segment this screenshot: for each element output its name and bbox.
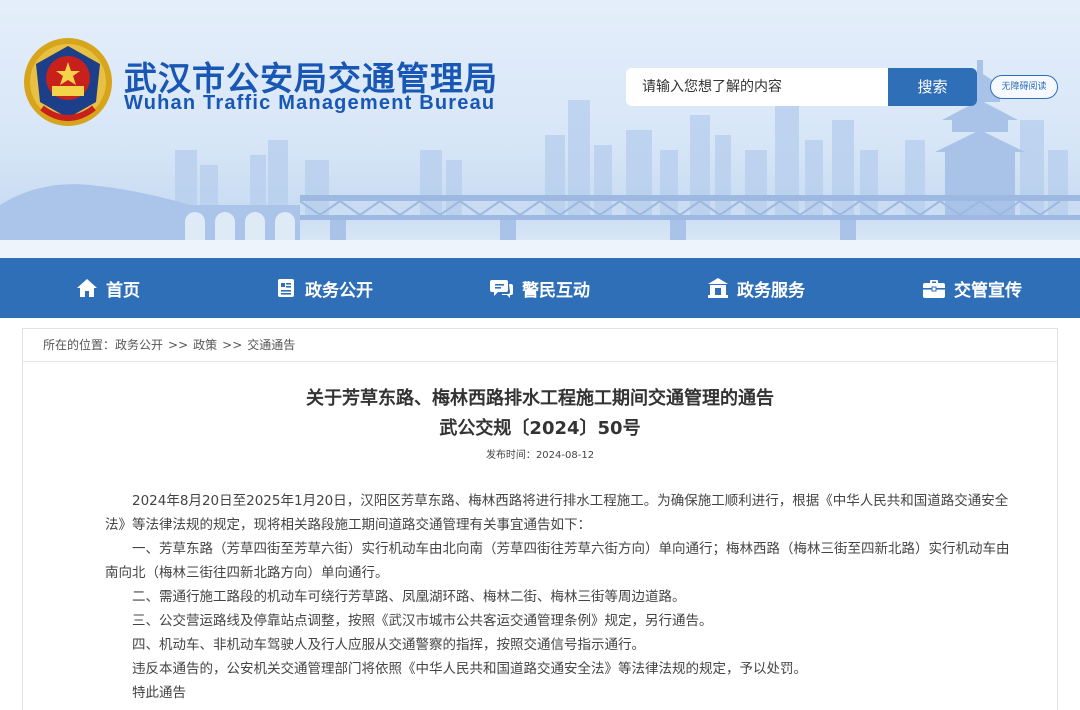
article-paragraph: 特此通告 bbox=[132, 685, 186, 701]
city-skyline-illustration bbox=[0, 60, 1080, 258]
nav-item-label: 首页 bbox=[106, 280, 140, 301]
site-subtitle: Wuhan Traffic Management Bureau bbox=[124, 92, 496, 114]
main-nav: 首页 政务公开 警民互动 政务服务 交管宣传 bbox=[0, 258, 1080, 318]
article-paragraph: 三、公交营运路线及停靠站点调整，按照《武汉市城市公共客运交通管理条例》规定，另行… bbox=[132, 613, 713, 629]
article-doc-number: 武公交规〔2024〕50号 bbox=[439, 418, 641, 439]
building-icon bbox=[708, 278, 728, 298]
article-body: 2024年8月20日至2025年1月20日，汉阳区芳草东路、梅林西路将进行排水工… bbox=[23, 489, 1057, 705]
accessibility-reading-button[interactable]: 无障碍阅读 bbox=[990, 75, 1058, 99]
nav-item-traffic-publicity[interactable]: 交管宣传 bbox=[864, 258, 1080, 318]
nav-item-police-interaction[interactable]: 警民互动 bbox=[432, 258, 648, 318]
article-title: 关于芳草东路、梅林西路排水工程施工期间交通管理的通告 bbox=[306, 388, 774, 409]
breadcrumb-separator: >> bbox=[222, 338, 243, 352]
nav-item-label: 警民互动 bbox=[522, 280, 590, 301]
chat-icon bbox=[490, 280, 513, 298]
article-paragraph: 一、芳草东路（芳草四街至芳草六街）实行机动车由北向南（芳草四街往芳草六街方向）单… bbox=[105, 541, 1010, 581]
home-icon bbox=[77, 279, 97, 297]
breadcrumb-link-traffic-notice[interactable]: 交通通告 bbox=[247, 338, 295, 352]
breadcrumb: 所在的位置：政务公开 >> 政策 >> 交通通告 bbox=[23, 329, 1057, 362]
article-paragraph: 二、需通行施工路段的机动车可绕行芳草路、凤凰湖环路、梅林二街、梅林三街等周边道路… bbox=[132, 589, 686, 605]
nav-item-government-affairs[interactable]: 政务公开 bbox=[216, 258, 432, 318]
nav-item-label: 政务服务 bbox=[737, 280, 805, 301]
article-paragraph: 2024年8月20日至2025年1月20日，汉阳区芳草东路、梅林西路将进行排水工… bbox=[105, 493, 1009, 533]
search-button[interactable]: 搜索 bbox=[888, 68, 977, 106]
search-input[interactable]: 请输入您想了解的内容 bbox=[626, 68, 888, 106]
nav-item-home[interactable]: 首页 bbox=[0, 258, 216, 318]
nav-item-label: 交管宣传 bbox=[954, 280, 1022, 301]
header-banner: 武汉市公安局交通管理局 Wuhan Traffic Management Bur… bbox=[0, 0, 1080, 258]
article-paragraph: 违反本通告的，公安机关交通管理部门将依照《中华人民共和国道路交通安全法》等法律法… bbox=[132, 661, 807, 677]
document-icon bbox=[278, 279, 294, 297]
publish-date-label: 发布时间： bbox=[485, 450, 536, 461]
nav-item-label: 政务公开 bbox=[305, 280, 373, 301]
breadcrumb-link-government-affairs[interactable]: 政务公开 bbox=[115, 338, 163, 352]
breadcrumb-prefix: 所在的位置： bbox=[43, 338, 116, 352]
content-panel: 所在的位置：政务公开 >> 政策 >> 交通通告 关于芳草东路、梅林西路排水工程施工期间… bbox=[22, 328, 1058, 710]
article-paragraph: 四、机动车、非机动车驾驶人及行人应服从交通警察的指挥，按照交通信号指示通行。 bbox=[132, 637, 645, 653]
breadcrumb-separator: >> bbox=[168, 338, 189, 352]
publish-date-value: 2024-08-12 bbox=[535, 450, 595, 461]
article-publish-date: 发布时间：2024-08-12 bbox=[23, 446, 1057, 461]
police-emblem-logo bbox=[24, 38, 112, 126]
nav-item-government-services[interactable]: 政务服务 bbox=[648, 258, 864, 318]
breadcrumb-link-policy[interactable]: 政策 bbox=[193, 338, 217, 352]
briefcase-icon bbox=[923, 280, 945, 298]
